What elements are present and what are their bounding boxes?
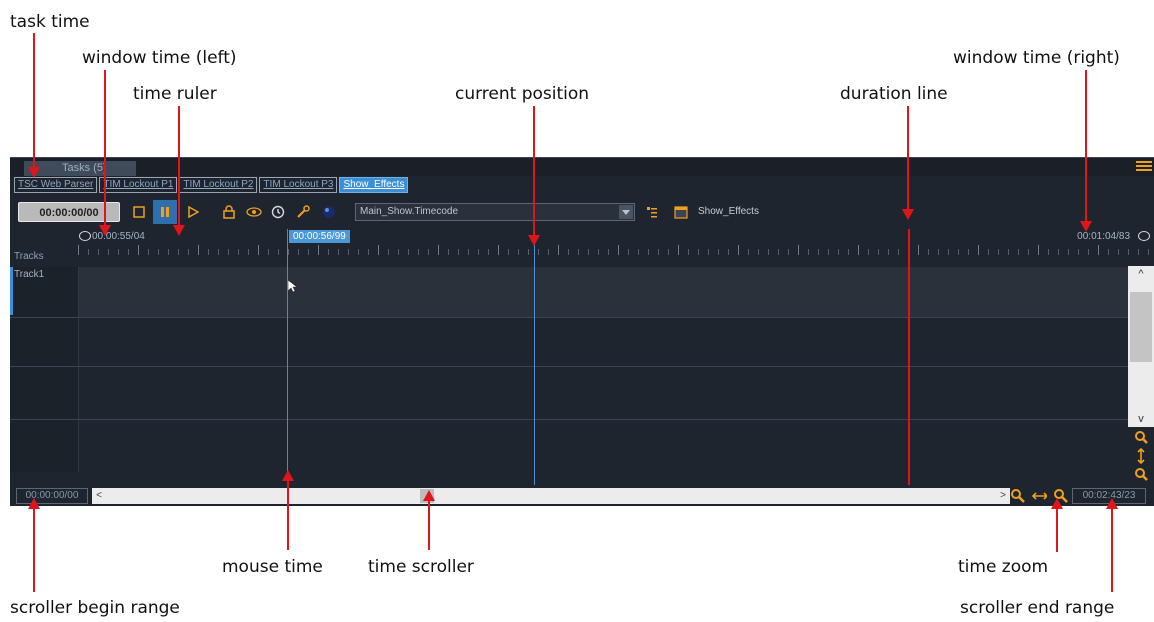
track-color-stripe: [10, 267, 13, 315]
arrow-task-time: [28, 33, 40, 178]
annotation-scroller-begin-range: scroller begin range: [10, 598, 180, 618]
calendar-icon[interactable]: [672, 203, 690, 221]
window-time-right: 00:01:04/83: [1077, 231, 1130, 242]
scroll-right-icon[interactable]: >: [996, 488, 1010, 504]
task-tsc-web-parser[interactable]: TSC Web Parser: [14, 177, 98, 193]
stop-icon[interactable]: [130, 203, 148, 221]
bottom-bar: 00:00:00/00 < > 00:02:43/23: [10, 485, 1154, 506]
scroll-down-icon[interactable]: v: [1128, 411, 1154, 427]
tasks-tab[interactable]: Tasks (5): [24, 161, 136, 176]
timecode-source-select[interactable]: Main_Show.Timecode: [355, 203, 635, 221]
empty-track-row: [10, 367, 1128, 420]
toolbar: 00:00:00/00 Main_Show.Timecode Show_Effe…: [10, 198, 1154, 228]
wrench-icon[interactable]: [294, 203, 312, 221]
record-icon[interactable]: [320, 203, 338, 221]
arrow-window-time-left: [99, 70, 111, 236]
empty-track-header: [10, 420, 79, 472]
tracks-header: Tracks: [14, 251, 44, 262]
annotation-window-time-left: window time (left): [82, 48, 237, 68]
scroll-left-icon[interactable]: <: [92, 488, 106, 504]
annotation-duration-line: duration line: [840, 84, 948, 104]
mouse-time-line: [287, 229, 288, 485]
annotation-scroller-end-range: scroller end range: [960, 598, 1115, 618]
track-header[interactable]: Track1: [10, 267, 79, 317]
annotation-time-zoom: time zoom: [958, 557, 1049, 577]
panel-tab-bar: Tasks (5): [10, 158, 1154, 176]
empty-track-header: [10, 318, 79, 366]
current-position-line[interactable]: [534, 229, 535, 485]
time-scroller[interactable]: < >: [92, 488, 1010, 504]
empty-track-row: [10, 318, 1128, 367]
arrow-window-time-right: [1080, 70, 1092, 232]
chevron-down-icon[interactable]: [619, 205, 633, 219]
task-show-effects[interactable]: Show_Effects: [339, 177, 409, 193]
mouse-cursor-icon: [287, 279, 297, 293]
arrow-time-scroller: [423, 490, 435, 550]
track-label: Track1: [14, 269, 45, 280]
task-list: TSC Web Parser TIM Lockout P1 TIM Lockou…: [14, 177, 409, 193]
annotation-mouse-time: mouse time: [222, 557, 323, 577]
time-zoom-in-icon[interactable]: [1010, 488, 1026, 504]
task-tim-lockout-p1[interactable]: TIM Lockout P1: [99, 177, 178, 193]
vertical-zoom: [1128, 427, 1154, 485]
track-area: Track1: [10, 267, 1128, 485]
arrow-duration-line: [902, 106, 914, 220]
annotation-current-position: current position: [455, 84, 590, 104]
empty-lane: [78, 420, 1128, 472]
arrow-time-ruler: [173, 106, 185, 236]
task-tim-lockout-p2[interactable]: TIM Lockout P2: [179, 177, 258, 193]
vertical-zoom-out-icon[interactable]: [1134, 467, 1148, 481]
arrow-time-zoom: [1051, 498, 1063, 552]
arrow-mouse-time: [282, 470, 294, 550]
window-left-handle-icon[interactable]: [79, 231, 91, 241]
window-right-handle-icon[interactable]: [1138, 231, 1150, 241]
play-icon[interactable]: [184, 203, 202, 221]
mouse-time-badge: 00:00:56/99: [289, 230, 350, 243]
vertical-scrollbar[interactable]: ^ v: [1128, 266, 1154, 427]
scroller-begin-range[interactable]: 00:00:00/00: [16, 488, 88, 504]
arrow-scroller-end-range: [1106, 498, 1118, 592]
track-row[interactable]: Track1: [10, 267, 1128, 318]
menu-icon[interactable]: [1136, 161, 1152, 174]
arrow-current-position: [528, 106, 540, 246]
timecode-source-value: Main_Show.Timecode: [360, 206, 459, 217]
vertical-resize-icon[interactable]: [1136, 448, 1146, 464]
list-icon[interactable]: [643, 203, 661, 221]
empty-lane: [78, 367, 1128, 419]
annotation-time-ruler: time ruler: [133, 84, 217, 104]
scroll-up-icon[interactable]: ^: [1128, 266, 1154, 282]
empty-lane: [78, 318, 1128, 366]
pause-icon[interactable]: [153, 200, 177, 224]
empty-track-row: [10, 420, 1128, 472]
timeline-panel: Tasks (5) TSC Web Parser TIM Lockout P1 …: [10, 157, 1154, 506]
annotation-task-time: task time: [10, 12, 90, 32]
vertical-zoom-in-icon[interactable]: [1134, 430, 1148, 444]
empty-track-header: [10, 367, 79, 419]
show-effects-label: Show_Effects: [698, 206, 759, 217]
track-lane[interactable]: [78, 267, 1128, 317]
time-zoom-fit-icon[interactable]: [1031, 488, 1047, 504]
annotation-window-time-right: window time (right): [953, 48, 1120, 68]
eye-icon[interactable]: [245, 203, 263, 221]
lock-icon[interactable]: [220, 203, 238, 221]
history-icon[interactable]: [269, 203, 287, 221]
vertical-scroll-thumb[interactable]: [1130, 292, 1152, 362]
ruler-minor-ticks: [78, 249, 1154, 255]
time-ruler[interactable]: 00:00:55/04 00:00:56/99 00:01:04/83: [78, 229, 1154, 266]
duration-line[interactable]: [908, 229, 910, 485]
arrow-scroller-begin-range: [28, 498, 40, 592]
task-tim-lockout-p3[interactable]: TIM Lockout P3: [259, 177, 338, 193]
annotation-time-scroller: time scroller: [368, 557, 474, 577]
